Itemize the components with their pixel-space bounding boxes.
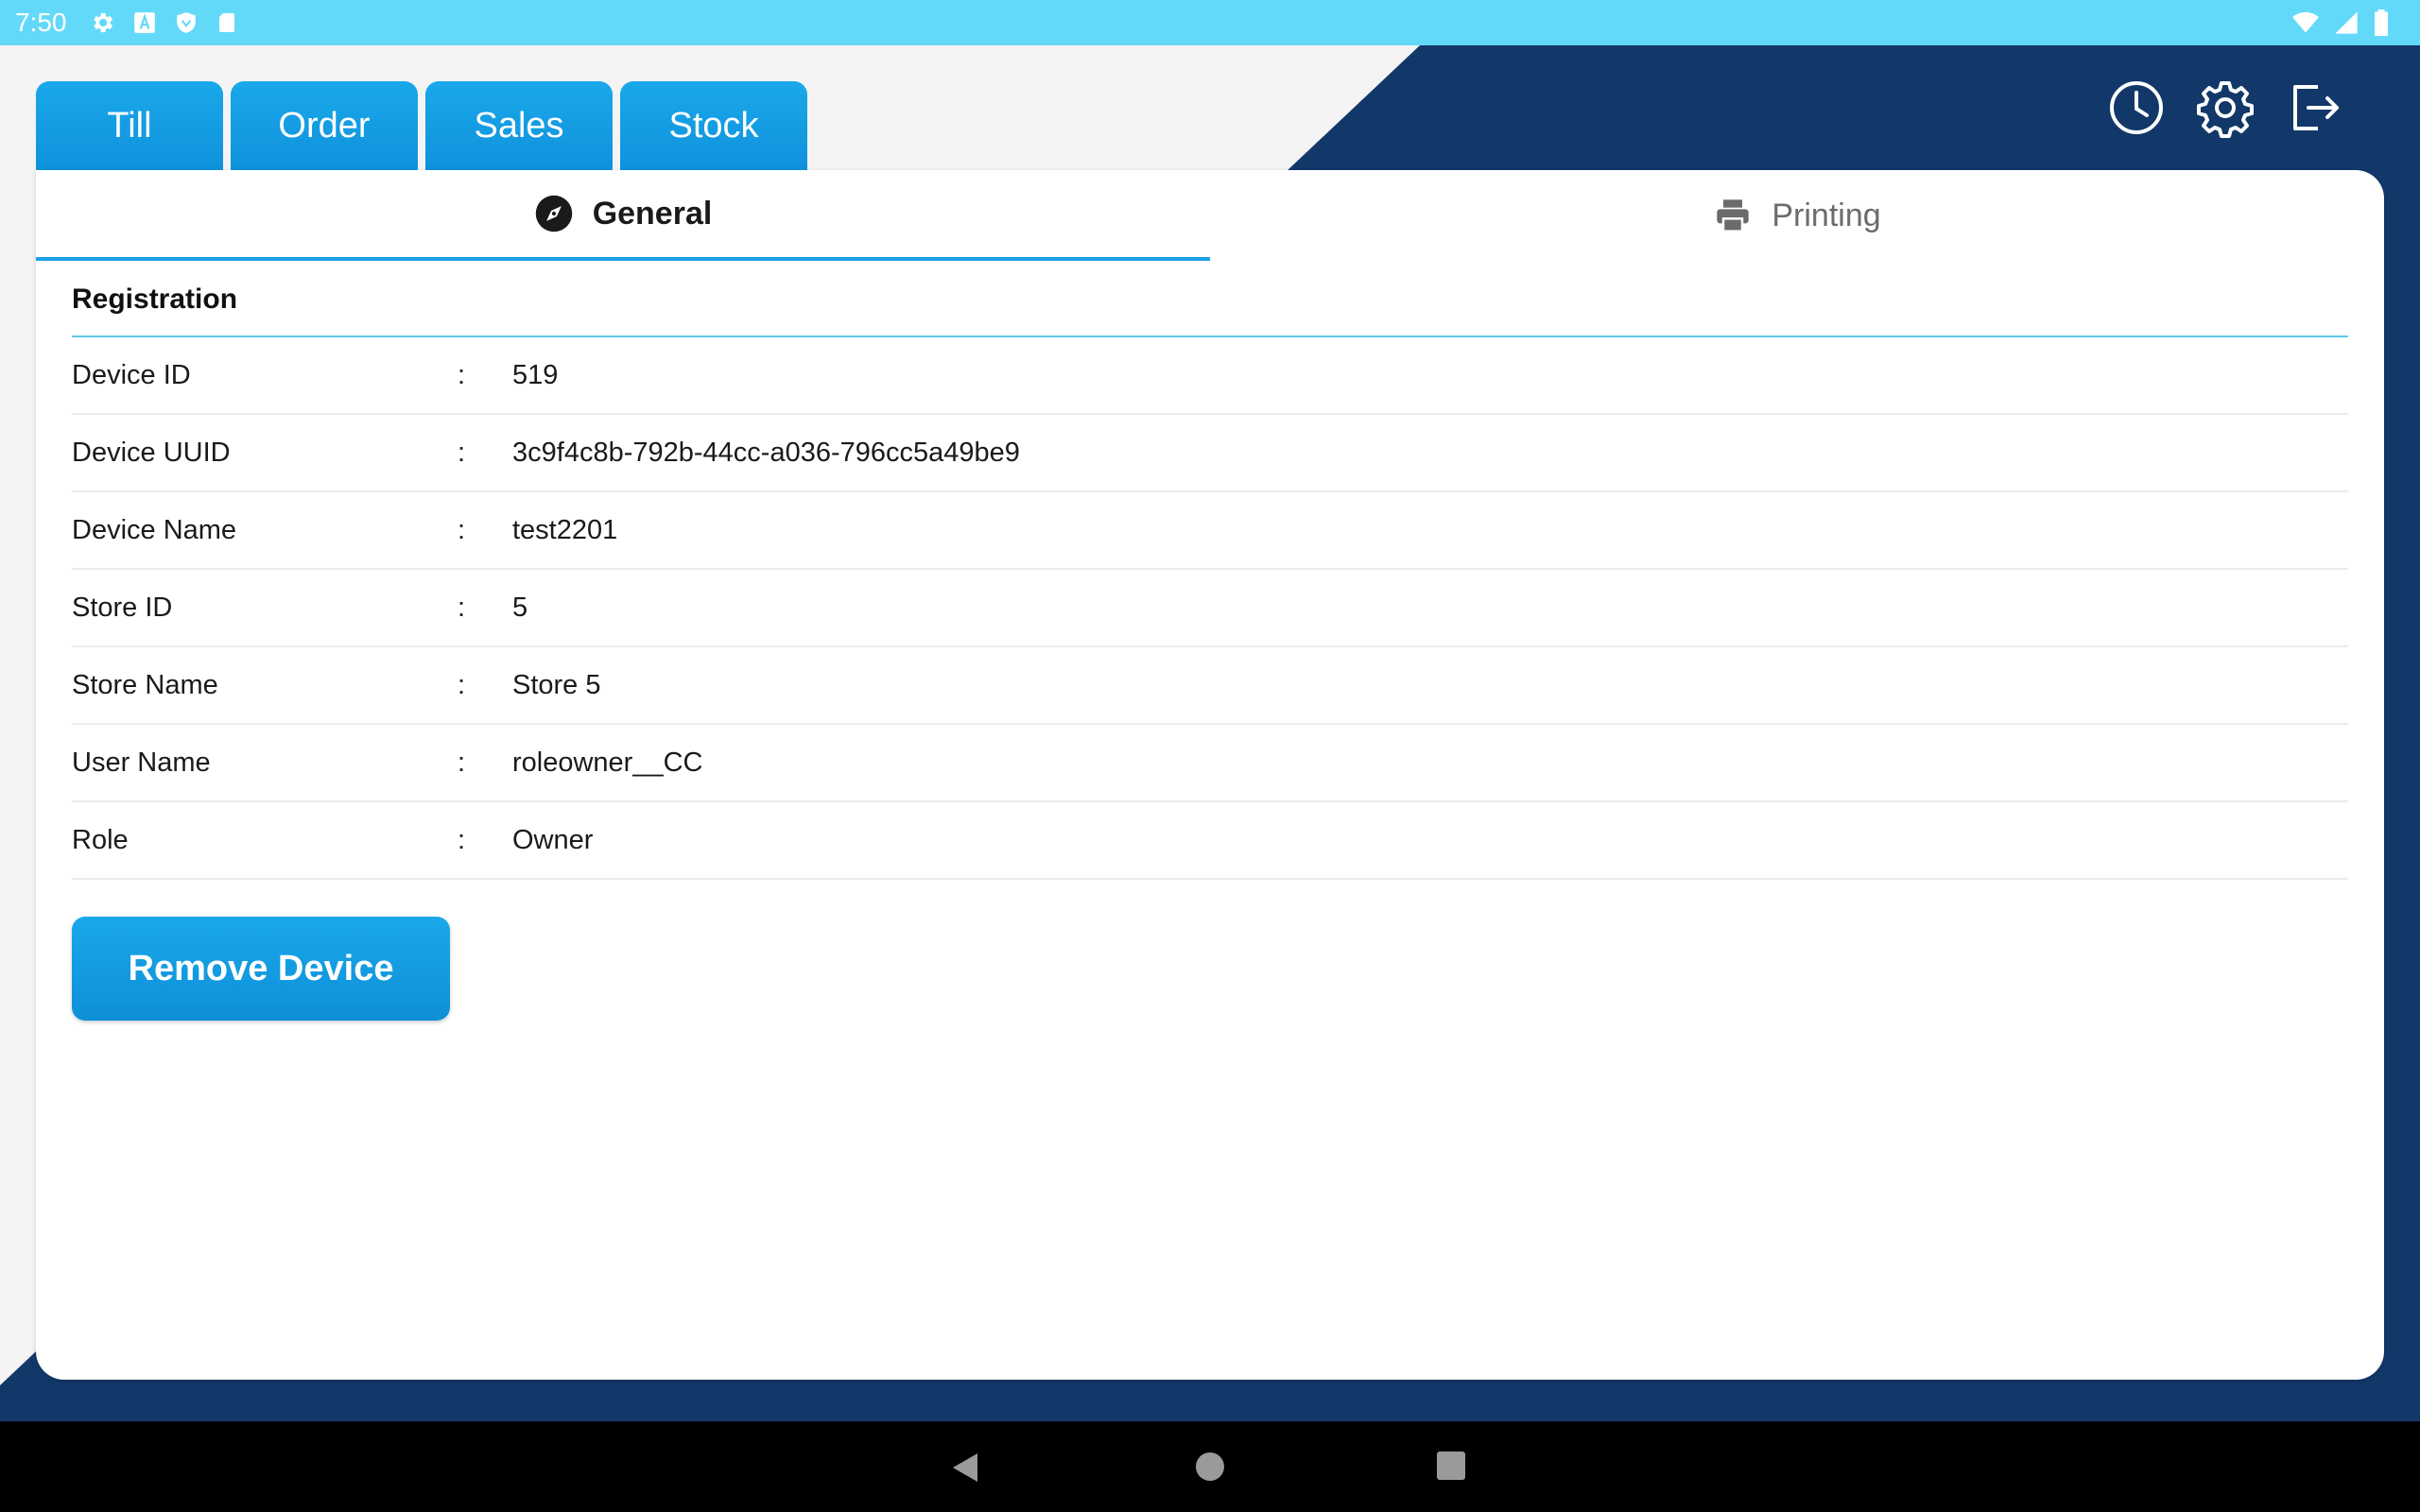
row-user-name: User Name : roleowner__CC: [72, 725, 2348, 802]
logout-icon[interactable]: [2284, 77, 2344, 138]
row-label: User Name: [72, 747, 211, 778]
status-time: 7:50: [15, 8, 67, 37]
row-value: roleowner__CC: [512, 747, 703, 778]
battery-icon: [2375, 9, 2388, 36]
row-value: 5: [512, 593, 528, 623]
row-label: Device ID: [72, 360, 191, 390]
subtab-printing[interactable]: Printing: [1210, 170, 2384, 261]
gear-icon: [94, 12, 113, 33]
row-colon: :: [458, 515, 466, 545]
row-colon: :: [458, 438, 466, 468]
subtab-general[interactable]: General: [36, 170, 1210, 261]
sd-card-icon: [219, 13, 234, 32]
signal-icon: [2335, 11, 2358, 34]
row-label: Device UUID: [72, 438, 231, 468]
remove-device-button[interactable]: Remove Device: [72, 917, 450, 1021]
settings-card: General Printing Registration Device ID …: [36, 170, 2384, 1380]
main-tabs: Till Order Sales Stock: [36, 81, 807, 170]
header-actions: [2106, 77, 2344, 138]
settings-icon[interactable]: [2195, 77, 2256, 138]
row-value: 519: [512, 360, 559, 390]
tab-order[interactable]: Order: [231, 81, 418, 170]
subtab-general-label: General: [592, 195, 713, 232]
row-device-uuid: Device UUID : 3c9f4c8b-792b-44cc-a036-79…: [72, 415, 2348, 492]
row-value: Owner: [512, 825, 594, 855]
row-role: Role : Owner: [72, 802, 2348, 880]
recents-icon[interactable]: [1437, 1452, 1465, 1480]
row-device-name: Device Name : test2201: [72, 492, 2348, 570]
tab-till[interactable]: Till: [36, 81, 223, 170]
wifi-icon: [2292, 11, 2319, 33]
a-icon: [134, 12, 155, 33]
row-label: Device Name: [72, 515, 237, 545]
row-value: Store 5: [512, 670, 601, 700]
row-store-name: Store Name : Store 5: [72, 647, 2348, 725]
row-colon: :: [458, 747, 466, 778]
printer-icon: [1717, 199, 1750, 232]
status-bar: 7:50: [0, 0, 2420, 45]
tab-sales[interactable]: Sales: [425, 81, 613, 170]
home-icon[interactable]: [1195, 1452, 1225, 1482]
row-colon: :: [458, 825, 466, 855]
section-title: Registration: [72, 284, 238, 315]
row-label: Role: [72, 825, 129, 855]
navigation-bar: [0, 1421, 2420, 1512]
registration-list: Device ID : 519 Device UUID : 3c9f4c8b-7…: [72, 337, 2348, 880]
row-label: Store Name: [72, 670, 218, 700]
tab-stock[interactable]: Stock: [620, 81, 807, 170]
row-label: Store ID: [72, 593, 173, 623]
row-colon: :: [458, 360, 466, 390]
subtab-printing-label: Printing: [1772, 197, 1881, 233]
clock-icon[interactable]: [2106, 77, 2167, 138]
row-colon: :: [458, 670, 466, 700]
row-value: 3c9f4c8b-792b-44cc-a036-796cc5a49be9: [512, 438, 1020, 468]
row-store-id: Store ID : 5: [72, 570, 2348, 647]
status-icons: [89, 8, 238, 38]
settings-subtabs: General Printing: [36, 170, 2384, 261]
compass-icon: [535, 195, 572, 232]
row-colon: :: [458, 593, 466, 623]
row-device-id: Device ID : 519: [72, 337, 2348, 415]
back-icon[interactable]: [951, 1452, 979, 1484]
row-value: test2201: [512, 515, 618, 545]
shield-icon: [177, 12, 196, 33]
status-right-icons: [2291, 8, 2390, 38]
